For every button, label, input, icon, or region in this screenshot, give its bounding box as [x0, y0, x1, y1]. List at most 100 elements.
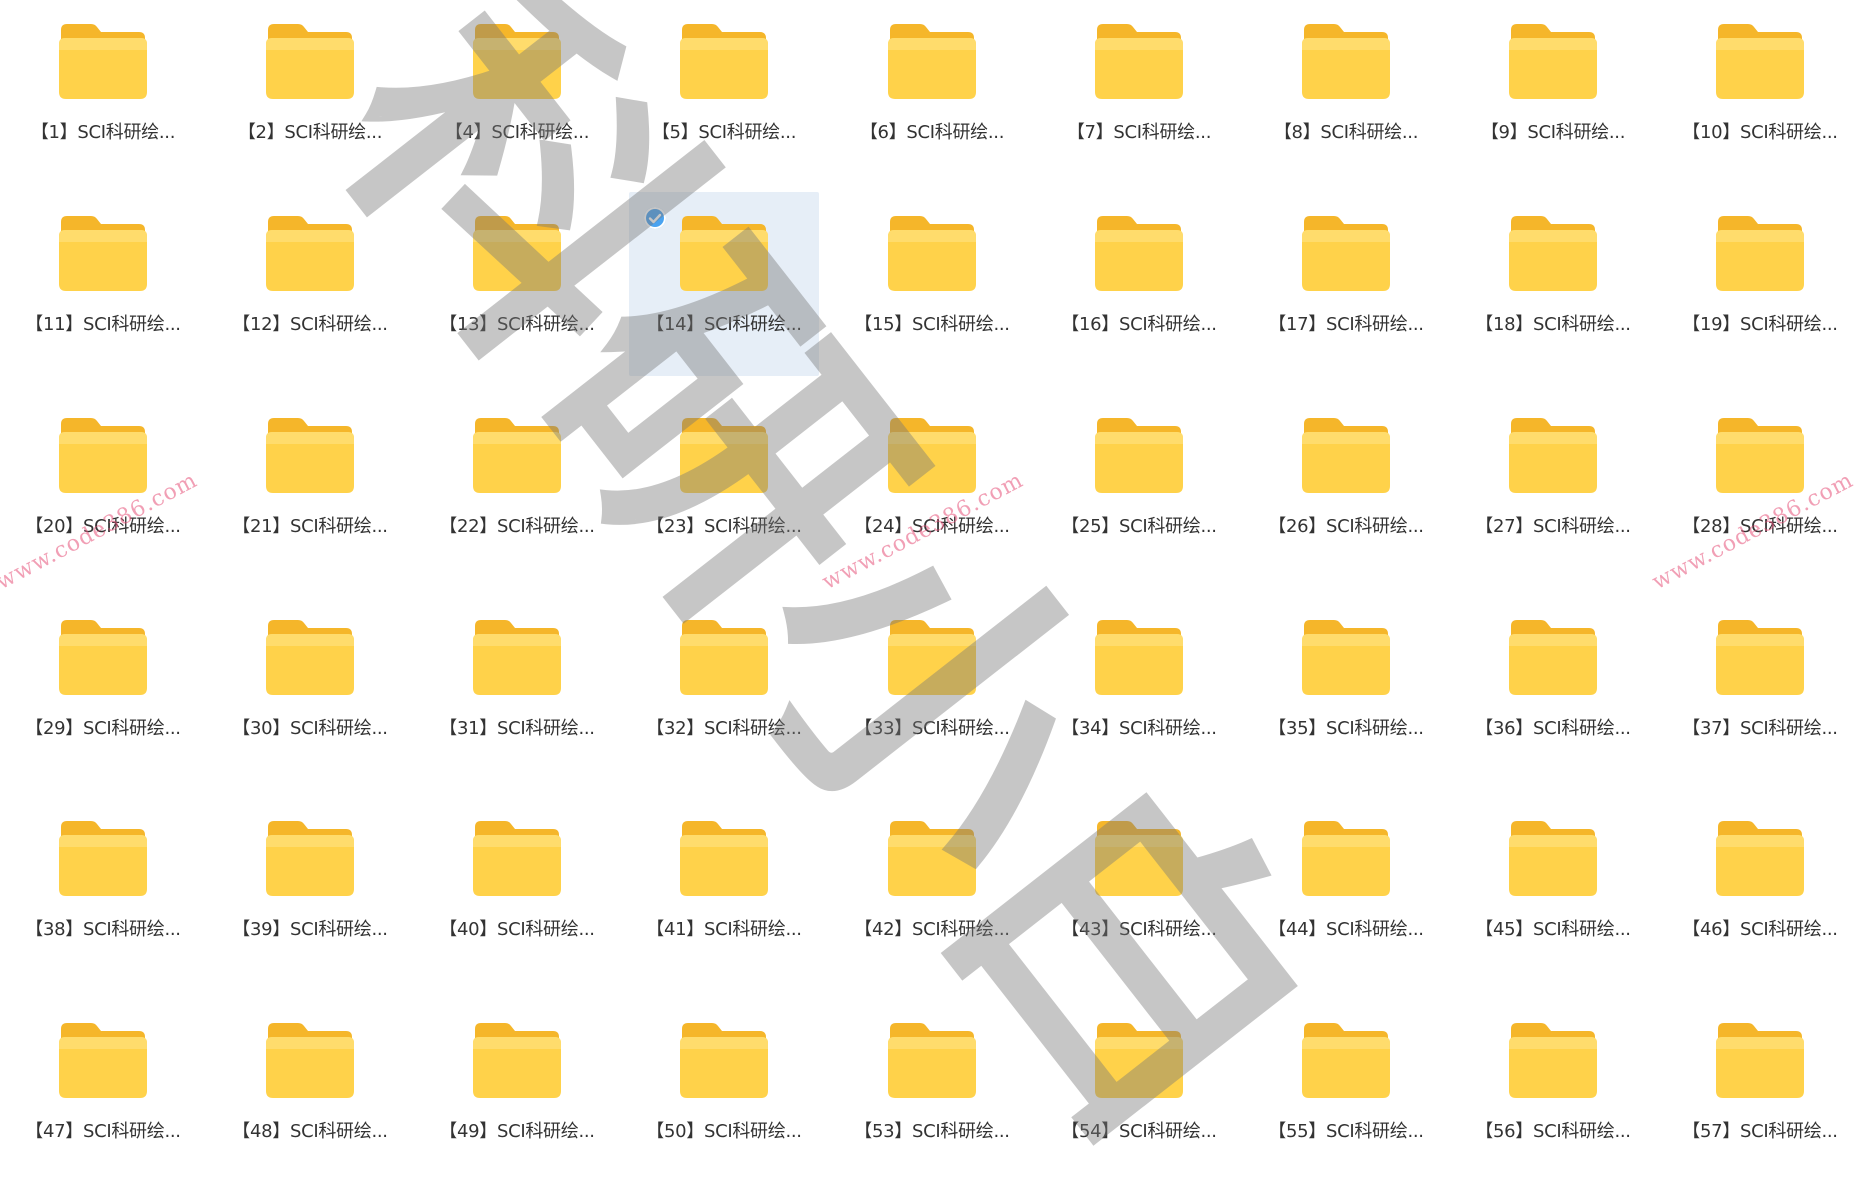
- folder-item[interactable]: 【37】SCI科研绘...: [1665, 596, 1855, 780]
- folder-name: 【2】SCI科研绘...: [237, 122, 383, 143]
- folder-name: 【54】SCI科研绘...: [1061, 1121, 1217, 1142]
- folder-item[interactable]: 【25】SCI科研绘...: [1044, 394, 1234, 578]
- folder-item[interactable]: 【8】SCI科研绘...: [1251, 0, 1441, 184]
- folder-item[interactable]: 【27】SCI科研绘...: [1458, 394, 1648, 578]
- folder-name: 【32】SCI科研绘...: [646, 718, 802, 739]
- folder-item[interactable]: 【11】SCI科研绘...: [8, 192, 198, 376]
- folder-item[interactable]: 【47】SCI科研绘...: [8, 999, 198, 1183]
- folder-item[interactable]: 【35】SCI科研绘...: [1251, 596, 1441, 780]
- folder-icon: [1093, 212, 1185, 294]
- folder-item[interactable]: 【12】SCI科研绘...: [215, 192, 405, 376]
- folder-item[interactable]: 【53】SCI科研绘...: [837, 999, 1027, 1183]
- folder-icon: [57, 616, 149, 698]
- folder-name: 【9】SCI科研绘...: [1480, 122, 1626, 143]
- folder-icon: [678, 212, 770, 294]
- folder-item[interactable]: 【33】SCI科研绘...: [837, 596, 1027, 780]
- folder-item[interactable]: 【55】SCI科研绘...: [1251, 999, 1441, 1183]
- check-circle-icon[interactable]: [644, 207, 666, 229]
- folder-icon: [1507, 212, 1599, 294]
- folder-item[interactable]: 【9】SCI科研绘...: [1458, 0, 1648, 184]
- folder-item[interactable]: 【41】SCI科研绘...: [629, 797, 819, 981]
- folder-item[interactable]: 【31】SCI科研绘...: [422, 596, 612, 780]
- folder-name: 【38】SCI科研绘...: [25, 919, 181, 940]
- folder-item[interactable]: 【14】SCI科研绘...: [629, 192, 819, 376]
- folder-icon: [1507, 616, 1599, 698]
- folder-icon: [471, 616, 563, 698]
- folder-name: 【40】SCI科研绘...: [439, 919, 595, 940]
- folder-name: 【36】SCI科研绘...: [1475, 718, 1631, 739]
- folder-item[interactable]: 【44】SCI科研绘...: [1251, 797, 1441, 981]
- folder-item[interactable]: 【29】SCI科研绘...: [8, 596, 198, 780]
- folder-icon: [1300, 1019, 1392, 1101]
- folder-icon: [57, 1019, 149, 1101]
- folder-item[interactable]: 【32】SCI科研绘...: [629, 596, 819, 780]
- folder-item[interactable]: 【2】SCI科研绘...: [215, 0, 405, 184]
- folder-item[interactable]: 【16】SCI科研绘...: [1044, 192, 1234, 376]
- folder-item[interactable]: 【5】SCI科研绘...: [629, 0, 819, 184]
- folder-item[interactable]: 【42】SCI科研绘...: [837, 797, 1027, 981]
- folder-item[interactable]: 【54】SCI科研绘...: [1044, 999, 1234, 1183]
- folder-icon: [886, 817, 978, 899]
- folder-item[interactable]: 【36】SCI科研绘...: [1458, 596, 1648, 780]
- folder-icon: [1093, 817, 1185, 899]
- folder-name: 【26】SCI科研绘...: [1268, 516, 1424, 537]
- folder-item[interactable]: 【23】SCI科研绘...: [629, 394, 819, 578]
- folder-item[interactable]: 【21】SCI科研绘...: [215, 394, 405, 578]
- folder-item[interactable]: 【13】SCI科研绘...: [422, 192, 612, 376]
- folder-item[interactable]: 【10】SCI科研绘...: [1665, 0, 1855, 184]
- folder-icon: [1714, 616, 1806, 698]
- folder-name: 【39】SCI科研绘...: [232, 919, 388, 940]
- folder-item[interactable]: 【26】SCI科研绘...: [1251, 394, 1441, 578]
- folder-name: 【37】SCI科研绘...: [1682, 718, 1838, 739]
- folder-name: 【47】SCI科研绘...: [25, 1121, 181, 1142]
- folder-icon: [886, 616, 978, 698]
- folder-icon: [678, 1019, 770, 1101]
- folder-item[interactable]: 【39】SCI科研绘...: [215, 797, 405, 981]
- folder-icon: [264, 616, 356, 698]
- folder-icon: [471, 414, 563, 496]
- folder-icon: [1300, 20, 1392, 102]
- folder-icon: [471, 1019, 563, 1101]
- folder-icon: [1300, 616, 1392, 698]
- folder-item[interactable]: 【38】SCI科研绘...: [8, 797, 198, 981]
- folder-name: 【44】SCI科研绘...: [1268, 919, 1424, 940]
- folder-name: 【12】SCI科研绘...: [232, 314, 388, 335]
- folder-item[interactable]: 【22】SCI科研绘...: [422, 394, 612, 578]
- folder-icon: [678, 414, 770, 496]
- folder-icon: [1714, 414, 1806, 496]
- folder-item[interactable]: 【45】SCI科研绘...: [1458, 797, 1648, 981]
- folder-name: 【17】SCI科研绘...: [1268, 314, 1424, 335]
- folder-item[interactable]: 【19】SCI科研绘...: [1665, 192, 1855, 376]
- folder-name: 【56】SCI科研绘...: [1475, 1121, 1631, 1142]
- folder-item[interactable]: 【1】SCI科研绘...: [8, 0, 198, 184]
- folder-name: 【23】SCI科研绘...: [646, 516, 802, 537]
- folder-icon: [886, 414, 978, 496]
- folder-item[interactable]: 【17】SCI科研绘...: [1251, 192, 1441, 376]
- folder-item[interactable]: 【49】SCI科研绘...: [422, 999, 612, 1183]
- folder-name: 【13】SCI科研绘...: [439, 314, 595, 335]
- folder-item[interactable]: 【56】SCI科研绘...: [1458, 999, 1648, 1183]
- folder-item[interactable]: 【43】SCI科研绘...: [1044, 797, 1234, 981]
- folder-item[interactable]: 【50】SCI科研绘...: [629, 999, 819, 1183]
- folder-icon: [1300, 414, 1392, 496]
- folder-item[interactable]: 【34】SCI科研绘...: [1044, 596, 1234, 780]
- folder-item[interactable]: 【30】SCI科研绘...: [215, 596, 405, 780]
- folder-icon: [1507, 817, 1599, 899]
- folder-name: 【14】SCI科研绘...: [646, 314, 802, 335]
- folder-icon: [1714, 817, 1806, 899]
- folder-item[interactable]: 【48】SCI科研绘...: [215, 999, 405, 1183]
- folder-item[interactable]: 【15】SCI科研绘...: [837, 192, 1027, 376]
- folder-name: 【27】SCI科研绘...: [1475, 516, 1631, 537]
- folder-item[interactable]: 【18】SCI科研绘...: [1458, 192, 1648, 376]
- folder-item[interactable]: 【7】SCI科研绘...: [1044, 0, 1234, 184]
- folder-name: 【31】SCI科研绘...: [439, 718, 595, 739]
- folder-name: 【33】SCI科研绘...: [854, 718, 1010, 739]
- folder-item[interactable]: 【40】SCI科研绘...: [422, 797, 612, 981]
- folder-icon: [678, 817, 770, 899]
- folder-item[interactable]: 【46】SCI科研绘...: [1665, 797, 1855, 981]
- folder-item[interactable]: 【57】SCI科研绘...: [1665, 999, 1855, 1183]
- folder-item[interactable]: 【6】SCI科研绘...: [837, 0, 1027, 184]
- folder-icon: [886, 1019, 978, 1101]
- folder-item[interactable]: 【4】SCI科研绘...: [422, 0, 612, 184]
- folder-name: 【57】SCI科研绘...: [1682, 1121, 1838, 1142]
